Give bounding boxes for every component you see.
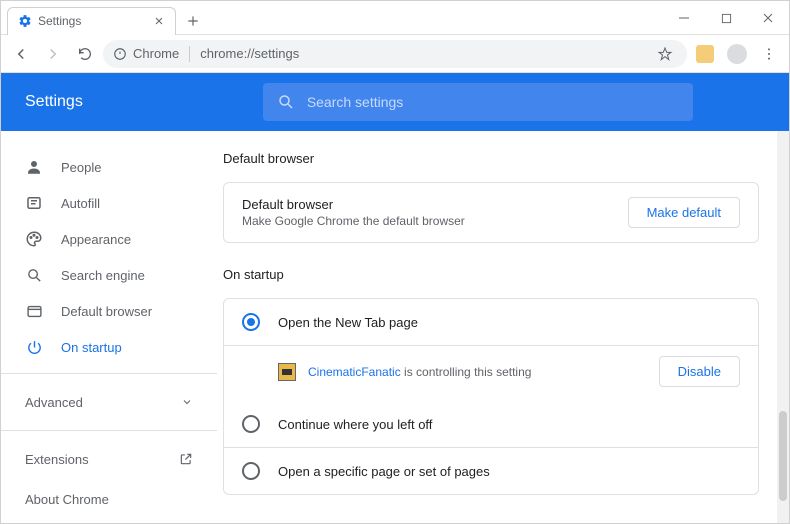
person-icon [25, 158, 43, 176]
settings-title: Settings [25, 93, 83, 111]
sidebar-about-chrome[interactable]: About Chrome [1, 479, 217, 519]
startup-option-specific-pages[interactable]: Open a specific page or set of pages [224, 447, 758, 494]
settings-header: Settings [1, 73, 789, 131]
omnibox-url: chrome://settings [200, 46, 651, 61]
omnibox-divider [189, 46, 190, 62]
bookmark-star-icon[interactable] [657, 46, 673, 62]
extension-icon[interactable] [691, 40, 719, 68]
chrome-menu-button[interactable] [755, 40, 783, 68]
startup-option-label: Open the New Tab page [278, 315, 418, 330]
search-icon [25, 266, 43, 284]
disable-extension-button[interactable]: Disable [659, 356, 740, 387]
tab-title: Settings [38, 14, 81, 28]
back-button[interactable] [7, 40, 35, 68]
startup-option-label: Open a specific page or set of pages [278, 464, 490, 479]
sidebar-separator [1, 430, 217, 431]
controlling-extension-link[interactable]: CinematicFanatic [308, 365, 401, 379]
on-startup-section-title: On startup [223, 267, 789, 282]
external-link-icon [179, 452, 193, 466]
tab-close-icon[interactable] [153, 15, 165, 27]
reload-button[interactable] [71, 40, 99, 68]
scrollbar-thumb[interactable] [779, 411, 787, 501]
radio-unselected-icon[interactable] [242, 415, 260, 433]
default-browser-section-title: Default browser [223, 151, 789, 166]
sidebar-about-label: About Chrome [25, 492, 109, 507]
sidebar-item-autofill[interactable]: Autofill [1, 185, 217, 221]
forward-button[interactable] [39, 40, 67, 68]
profile-avatar[interactable] [723, 40, 751, 68]
default-browser-row: Default browser Make Google Chrome the d… [224, 183, 758, 242]
sidebar-item-label: On startup [61, 340, 122, 355]
settings-content: Default browser Default browser Make Goo… [217, 131, 789, 523]
browser-icon [25, 302, 43, 320]
sidebar-item-on-startup[interactable]: On startup [1, 329, 217, 365]
close-button[interactable] [747, 1, 789, 35]
sidebar-item-people[interactable]: People [1, 149, 217, 185]
startup-controlled-text: CinematicFanatic is controlling this set… [308, 365, 659, 379]
startup-controlled-row: CinematicFanatic is controlling this set… [224, 345, 758, 401]
window-controls [663, 1, 789, 35]
browser-window: Settings Chrome chrome://settings [0, 0, 790, 524]
startup-option-label: Continue where you left off [278, 417, 432, 432]
sidebar-extensions-label: Extensions [25, 452, 89, 467]
sidebar-item-label: People [61, 160, 101, 175]
sidebar-advanced-label: Advanced [25, 395, 83, 410]
titlebar: Settings [1, 1, 789, 35]
maximize-button[interactable] [705, 1, 747, 35]
chevron-down-icon [181, 396, 193, 408]
autofill-icon [25, 194, 43, 212]
palette-icon [25, 230, 43, 248]
sidebar-item-appearance[interactable]: Appearance [1, 221, 217, 257]
default-browser-card: Default browser Make Google Chrome the d… [223, 182, 759, 243]
startup-option-continue[interactable]: Continue where you left off [224, 401, 758, 447]
omnibox-scheme: Chrome [133, 46, 179, 61]
sidebar-item-label: Default browser [61, 304, 152, 319]
default-browser-row-subtitle: Make Google Chrome the default browser [242, 214, 628, 228]
sidebar-item-search-engine[interactable]: Search engine [1, 257, 217, 293]
sidebar-advanced[interactable]: Advanced [1, 382, 217, 422]
sidebar-extensions[interactable]: Extensions [1, 439, 217, 479]
settings-body: People Autofill Appearance Search engine… [1, 131, 789, 523]
sidebar-item-label: Search engine [61, 268, 145, 283]
site-info-icon[interactable] [113, 47, 127, 61]
sidebar-item-label: Appearance [61, 232, 131, 247]
on-startup-card: Open the New Tab page CinematicFanatic i… [223, 298, 759, 495]
startup-option-new-tab[interactable]: Open the New Tab page [224, 299, 758, 345]
address-bar[interactable]: Chrome chrome://settings [103, 40, 687, 68]
controlling-suffix: is controlling this setting [401, 365, 532, 379]
browser-tab[interactable]: Settings [7, 7, 176, 35]
new-tab-button[interactable] [184, 12, 202, 30]
radio-selected-icon[interactable] [242, 313, 260, 331]
sidebar-separator [1, 373, 217, 374]
radio-unselected-icon[interactable] [242, 462, 260, 480]
sidebar-item-label: Autofill [61, 196, 100, 211]
minimize-button[interactable] [663, 1, 705, 35]
settings-search-input[interactable] [307, 94, 679, 110]
power-icon [25, 338, 43, 356]
make-default-button[interactable]: Make default [628, 197, 740, 228]
settings-sidebar: People Autofill Appearance Search engine… [1, 131, 217, 523]
sidebar-item-default-browser[interactable]: Default browser [1, 293, 217, 329]
default-browser-row-title: Default browser [242, 197, 628, 212]
search-icon [277, 93, 295, 111]
settings-search[interactable] [263, 83, 693, 121]
browser-toolbar: Chrome chrome://settings [1, 35, 789, 73]
extension-badge-icon [278, 363, 296, 381]
settings-favicon-icon [18, 14, 32, 28]
settings-app: Settings People Autofill [1, 73, 789, 523]
